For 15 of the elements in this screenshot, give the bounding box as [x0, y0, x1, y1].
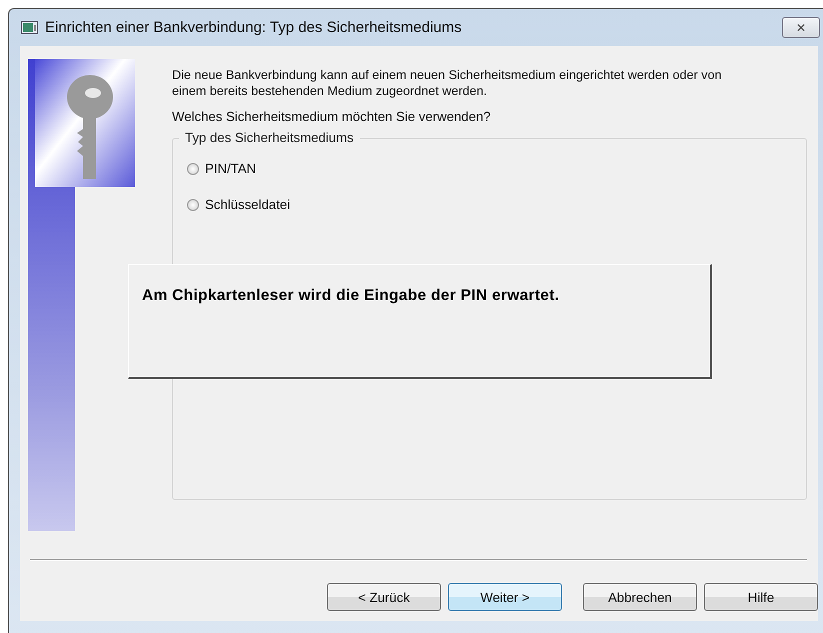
- dialog-button[interactable]: Weiter >: [448, 583, 562, 611]
- radio-button[interactable]: [187, 198, 199, 210]
- radio-button[interactable]: [187, 162, 199, 174]
- message-text: Am Chipkartenleser wird die Eingabe der PIN erwartet.: [142, 287, 560, 304]
- question-text: Welches Sicherheitsmedium möchten Sie verwenden?: [172, 109, 492, 124]
- dialog-button[interactable]: Hilfe: [704, 583, 818, 611]
- window-app-icon: [21, 20, 39, 34]
- dialog-button[interactable]: < Zurück: [327, 583, 441, 611]
- intro-text: Die neue Bankverbindung kann auf einem neuen Sicherheitsmedium eingerichtet werden oder von einem bereits bestehenden Medium zugeordnet werden.: [172, 67, 723, 99]
- dialog-button[interactable]: Abbrechen: [583, 583, 697, 611]
- radio-label[interactable]: Schlüsseldatei: [205, 197, 290, 212]
- group-title: Typ des Sicherheitsmediums: [179, 130, 360, 145]
- window-title: Einrichten einer Bankverbindung: Typ des Sicherheitsmediums: [45, 19, 463, 36]
- close-button[interactable]: ✕: [782, 17, 820, 38]
- radio-label[interactable]: PIN/TAN: [205, 161, 256, 176]
